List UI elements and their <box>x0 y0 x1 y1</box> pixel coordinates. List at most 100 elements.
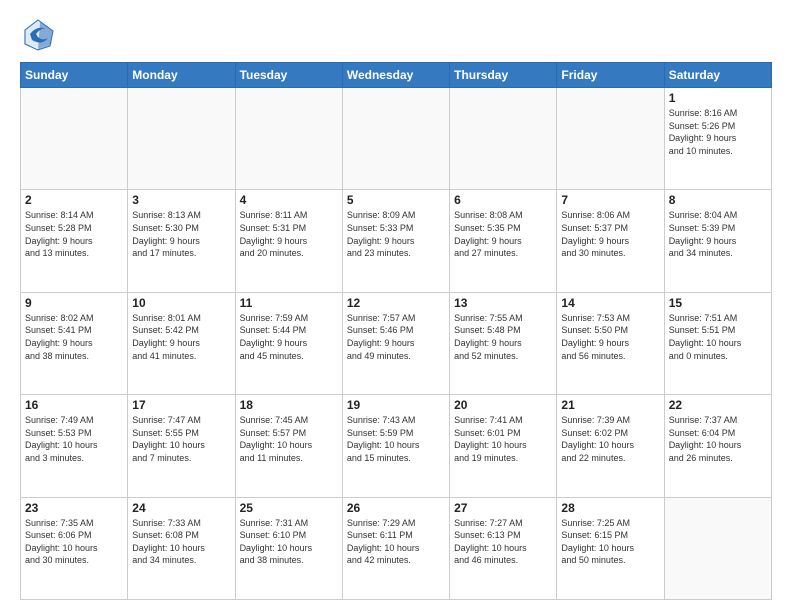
calendar-cell: 2 Sunrise: 8:14 AM Sunset: 5:28 PM Daylig… <box>21 190 128 292</box>
day-number: 5 <box>347 193 445 207</box>
day-number: 16 <box>25 398 123 412</box>
calendar-cell <box>342 88 449 190</box>
calendar-cell: 5 Sunrise: 8:09 AM Sunset: 5:33 PM Daylig… <box>342 190 449 292</box>
logo-icon <box>20 16 56 52</box>
day-info: Sunrise: 8:02 AM Sunset: 5:41 PM Dayligh… <box>25 312 123 362</box>
calendar-cell <box>450 88 557 190</box>
calendar-cell: 21 Sunrise: 7:39 AM Sunset: 6:02 PM Dayli… <box>557 395 664 497</box>
day-number: 27 <box>454 501 552 515</box>
calendar-cell: 15Sunrise: 7:51 AM Sunset: 5:51 PM Dayli… <box>664 292 771 394</box>
day-number: 10 <box>132 296 230 310</box>
day-number: 11 <box>240 296 338 310</box>
day-of-week-header: Thursday <box>450 63 557 88</box>
day-number: 19 <box>347 398 445 412</box>
calendar-cell: 17 Sunrise: 7:47 AM Sunset: 5:55 PM Dayli… <box>128 395 235 497</box>
day-info: Sunrise: 8:16 AM Sunset: 5:26 PM Dayligh… <box>669 107 767 157</box>
day-info: Sunrise: 7:45 AM Sunset: 5:57 PM Dayligh… <box>240 414 338 464</box>
header <box>20 16 772 52</box>
calendar-week-row: 1 Sunrise: 8:16 AM Sunset: 5:26 PM Daylig… <box>21 88 772 190</box>
days-header-row: SundayMondayTuesdayWednesdayThursdayFrid… <box>21 63 772 88</box>
day-info: Sunrise: 8:04 AM Sunset: 5:39 PM Dayligh… <box>669 209 767 259</box>
day-info: Sunrise: 7:29 AM Sunset: 6:11 PM Dayligh… <box>347 517 445 567</box>
day-number: 26 <box>347 501 445 515</box>
calendar-cell: 19 Sunrise: 7:43 AM Sunset: 5:59 PM Dayli… <box>342 395 449 497</box>
day-info: Sunrise: 8:13 AM Sunset: 5:30 PM Dayligh… <box>132 209 230 259</box>
day-info: Sunrise: 8:14 AM Sunset: 5:28 PM Dayligh… <box>25 209 123 259</box>
calendar-cell: 20 Sunrise: 7:41 AM Sunset: 6:01 PM Dayli… <box>450 395 557 497</box>
day-number: 25 <box>240 501 338 515</box>
day-number: 21 <box>561 398 659 412</box>
day-info: Sunrise: 7:55 AM Sunset: 5:48 PM Dayligh… <box>454 312 552 362</box>
day-info: Sunrise: 8:11 AM Sunset: 5:31 PM Dayligh… <box>240 209 338 259</box>
day-info: Sunrise: 7:53 AM Sunset: 5:50 PM Dayligh… <box>561 312 659 362</box>
day-info: Sunrise: 8:06 AM Sunset: 5:37 PM Dayligh… <box>561 209 659 259</box>
page: SundayMondayTuesdayWednesdayThursdayFrid… <box>0 0 792 612</box>
day-of-week-header: Friday <box>557 63 664 88</box>
calendar-cell: 4 Sunrise: 8:11 AM Sunset: 5:31 PM Daylig… <box>235 190 342 292</box>
calendar-cell: 27Sunrise: 7:27 AM Sunset: 6:13 PM Dayli… <box>450 497 557 599</box>
calendar-cell: 14Sunrise: 7:53 AM Sunset: 5:50 PM Dayli… <box>557 292 664 394</box>
calendar-cell <box>235 88 342 190</box>
day-number: 8 <box>669 193 767 207</box>
day-info: Sunrise: 7:41 AM Sunset: 6:01 PM Dayligh… <box>454 414 552 464</box>
day-of-week-header: Monday <box>128 63 235 88</box>
day-info: Sunrise: 8:01 AM Sunset: 5:42 PM Dayligh… <box>132 312 230 362</box>
calendar-cell: 7 Sunrise: 8:06 AM Sunset: 5:37 PM Daylig… <box>557 190 664 292</box>
calendar-cell: 25 Sunrise: 7:31 AM Sunset: 6:10 PM Dayli… <box>235 497 342 599</box>
calendar-cell <box>21 88 128 190</box>
calendar-cell: 11 Sunrise: 7:59 AM Sunset: 5:44 PM Dayli… <box>235 292 342 394</box>
calendar-week-row: 9 Sunrise: 8:02 AM Sunset: 5:41 PM Daylig… <box>21 292 772 394</box>
day-number: 18 <box>240 398 338 412</box>
day-info: Sunrise: 7:47 AM Sunset: 5:55 PM Dayligh… <box>132 414 230 464</box>
day-number: 6 <box>454 193 552 207</box>
day-info: Sunrise: 7:39 AM Sunset: 6:02 PM Dayligh… <box>561 414 659 464</box>
day-info: Sunrise: 8:08 AM Sunset: 5:35 PM Dayligh… <box>454 209 552 259</box>
day-number: 12 <box>347 296 445 310</box>
calendar-cell: 9 Sunrise: 8:02 AM Sunset: 5:41 PM Daylig… <box>21 292 128 394</box>
calendar-cell: 8 Sunrise: 8:04 AM Sunset: 5:39 PM Daylig… <box>664 190 771 292</box>
calendar-cell: 23 Sunrise: 7:35 AM Sunset: 6:06 PM Dayli… <box>21 497 128 599</box>
day-number: 7 <box>561 193 659 207</box>
day-number: 2 <box>25 193 123 207</box>
day-info: Sunrise: 7:35 AM Sunset: 6:06 PM Dayligh… <box>25 517 123 567</box>
day-number: 17 <box>132 398 230 412</box>
calendar-cell <box>128 88 235 190</box>
calendar-cell: 16Sunrise: 7:49 AM Sunset: 5:53 PM Dayli… <box>21 395 128 497</box>
day-number: 9 <box>25 296 123 310</box>
day-number: 20 <box>454 398 552 412</box>
day-number: 24 <box>132 501 230 515</box>
calendar-week-row: 23 Sunrise: 7:35 AM Sunset: 6:06 PM Dayli… <box>21 497 772 599</box>
logo <box>20 16 60 52</box>
calendar-cell: 12 Sunrise: 7:57 AM Sunset: 5:46 PM Dayli… <box>342 292 449 394</box>
calendar-cell: 28Sunrise: 7:25 AM Sunset: 6:15 PM Dayli… <box>557 497 664 599</box>
day-info: Sunrise: 7:37 AM Sunset: 6:04 PM Dayligh… <box>669 414 767 464</box>
day-info: Sunrise: 7:25 AM Sunset: 6:15 PM Dayligh… <box>561 517 659 567</box>
calendar-cell: 22Sunrise: 7:37 AM Sunset: 6:04 PM Dayli… <box>664 395 771 497</box>
day-info: Sunrise: 7:59 AM Sunset: 5:44 PM Dayligh… <box>240 312 338 362</box>
day-number: 4 <box>240 193 338 207</box>
calendar-cell <box>557 88 664 190</box>
day-info: Sunrise: 7:43 AM Sunset: 5:59 PM Dayligh… <box>347 414 445 464</box>
calendar-cell: 6 Sunrise: 8:08 AM Sunset: 5:35 PM Daylig… <box>450 190 557 292</box>
calendar-cell: 13 Sunrise: 7:55 AM Sunset: 5:48 PM Dayli… <box>450 292 557 394</box>
day-number: 13 <box>454 296 552 310</box>
calendar-cell: 24 Sunrise: 7:33 AM Sunset: 6:08 PM Dayli… <box>128 497 235 599</box>
calendar-table: SundayMondayTuesdayWednesdayThursdayFrid… <box>20 62 772 600</box>
day-number: 15 <box>669 296 767 310</box>
calendar-cell: 3 Sunrise: 8:13 AM Sunset: 5:30 PM Daylig… <box>128 190 235 292</box>
day-info: Sunrise: 7:31 AM Sunset: 6:10 PM Dayligh… <box>240 517 338 567</box>
day-info: Sunrise: 7:57 AM Sunset: 5:46 PM Dayligh… <box>347 312 445 362</box>
day-number: 23 <box>25 501 123 515</box>
calendar-cell <box>664 497 771 599</box>
calendar-cell: 10 Sunrise: 8:01 AM Sunset: 5:42 PM Dayli… <box>128 292 235 394</box>
calendar-cell: 26 Sunrise: 7:29 AM Sunset: 6:11 PM Dayli… <box>342 497 449 599</box>
calendar-week-row: 2 Sunrise: 8:14 AM Sunset: 5:28 PM Daylig… <box>21 190 772 292</box>
day-info: Sunrise: 7:33 AM Sunset: 6:08 PM Dayligh… <box>132 517 230 567</box>
day-info: Sunrise: 8:09 AM Sunset: 5:33 PM Dayligh… <box>347 209 445 259</box>
calendar-cell: 18 Sunrise: 7:45 AM Sunset: 5:57 PM Dayli… <box>235 395 342 497</box>
calendar-cell: 1 Sunrise: 8:16 AM Sunset: 5:26 PM Daylig… <box>664 88 771 190</box>
day-number: 1 <box>669 91 767 105</box>
day-of-week-header: Tuesday <box>235 63 342 88</box>
day-number: 3 <box>132 193 230 207</box>
day-of-week-header: Wednesday <box>342 63 449 88</box>
